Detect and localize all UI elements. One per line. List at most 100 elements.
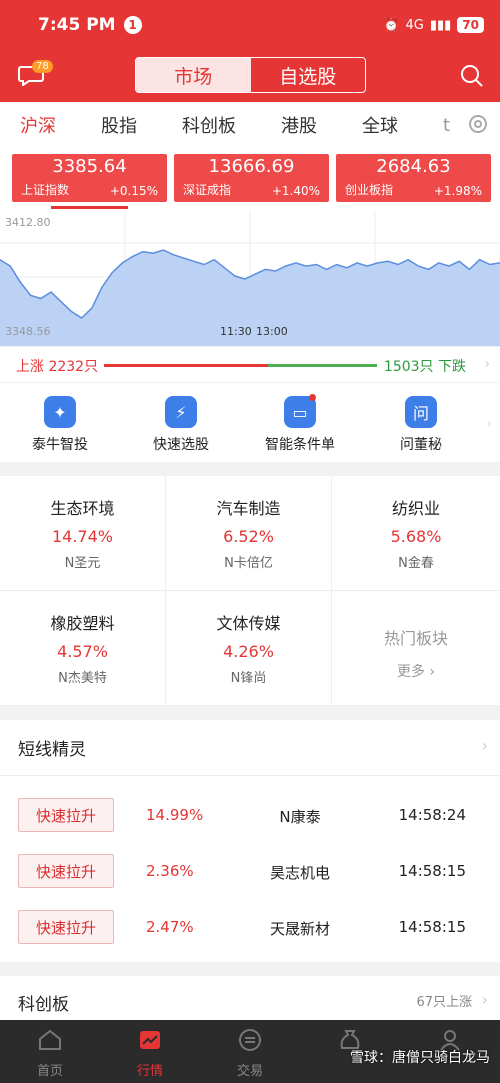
list-item[interactable]: 快速拉升 2.36% 昊志机电 14:58:15: [0, 844, 500, 900]
sector-name: 纺织业: [391, 499, 440, 518]
index-card-cyb[interactable]: 2684.63 创业板指 +1.98%: [336, 154, 491, 202]
more-link: 更多 ›: [396, 664, 436, 680]
list-item[interactable]: 快速拉升 2.47% 天晟新材 14:58:15: [0, 900, 500, 956]
sector-lead-stock: N锋尚: [230, 671, 267, 686]
intraday-chart[interactable]: 3412.80 3348.56 11:30 13:00: [0, 210, 500, 346]
question-icon: 问: [405, 396, 437, 428]
tool-tainiu[interactable]: ✦ 泰牛智投: [5, 396, 115, 454]
home-icon: [39, 1029, 61, 1050]
tab-market[interactable]: 市场: [136, 58, 251, 92]
message-badge: 78: [32, 60, 53, 73]
lightning-icon: ⚡: [165, 396, 197, 428]
sector-pct: 4.57%: [57, 642, 108, 661]
section-title: 科创板: [18, 995, 69, 1015]
event-pct: 14.99%: [146, 806, 204, 824]
short-term-spirit-header[interactable]: 短线精灵 ›: [0, 720, 500, 776]
sector-name: 橡胶塑料: [50, 614, 115, 633]
chevron-right-icon: ›: [481, 736, 488, 755]
stock-name: 天晟新材: [269, 920, 330, 938]
sector-cell[interactable]: 文体传媒 4.26% N锋尚: [166, 591, 332, 706]
tool-label: 智能条件单: [265, 437, 335, 453]
breadth-up-count: 上涨 2232只: [16, 359, 99, 375]
market-tabs: 沪深 股指 科创板 港股 全球 t: [0, 102, 500, 148]
index-cards: 3385.64 上证指数 +0.15% 13666.69 深证成指 +1.40%…: [0, 148, 500, 210]
star-market-up-count: 67只上涨: [416, 995, 472, 1010]
nav-trade[interactable]: 交易: [200, 1020, 300, 1083]
sector-cell[interactable]: 橡胶塑料 4.57% N杰美特: [0, 591, 166, 706]
tab-watchlist[interactable]: 自选股: [251, 58, 366, 92]
status-time: 7:45 PM: [38, 15, 116, 35]
list-item[interactable]: 快速拉升 14.99% N康泰 14:58:24: [0, 788, 500, 844]
index-card-sz[interactable]: 13666.69 深证成指 +1.40%: [174, 154, 329, 202]
sector-cell[interactable]: 汽车制造 6.52% N卡倍亿: [166, 476, 332, 591]
event-tag: 快速拉升: [18, 910, 114, 944]
chart-time-label: 11:30: [220, 325, 252, 338]
nav-label: 首页: [36, 1064, 63, 1079]
sector-cell[interactable]: 生态环境 14.74% N圣元: [0, 476, 166, 591]
tool-label: 问董秘: [400, 437, 442, 453]
notification-count: 1: [123, 16, 142, 34]
breadth-down-bar: [267, 364, 377, 367]
quick-tools: ✦ 泰牛智投 ⚡ 快速选股 ▭ 智能条件单 问 问董秘 ›: [0, 382, 500, 462]
tab-global[interactable]: 全球: [362, 112, 398, 138]
stock-name: N康泰: [279, 808, 321, 826]
chart-time-label: 13:00: [256, 325, 288, 338]
more-label: 更多: [396, 664, 425, 680]
new-dot: [309, 394, 316, 401]
battery-level: 70: [457, 17, 484, 33]
chart-icon: [140, 1031, 160, 1049]
event-time: 14:58:15: [398, 862, 466, 880]
hot-sectors-more[interactable]: 热门板块 更多 ›: [332, 591, 500, 706]
breadth-down-count: 1503只 下跌: [383, 359, 466, 375]
event-tag: 快速拉升: [18, 798, 114, 832]
market-breadth[interactable]: 上涨 2232只 1503只 下跌 ›: [0, 346, 500, 382]
index-card-sh[interactable]: 3385.64 上证指数 +0.15%: [12, 154, 167, 202]
index-value: 3385.64: [52, 156, 127, 177]
index-change: +1.40%: [271, 184, 320, 198]
tool-label: 快速选股: [153, 437, 209, 453]
index-selected-underline: [51, 206, 128, 209]
watermark: 雪球：唐僧只骑白龙马: [350, 1050, 490, 1066]
chart-high-label: 3412.80: [5, 216, 51, 229]
tool-ask-secretary[interactable]: 问 问董秘: [366, 396, 476, 454]
star-market-header[interactable]: 科创板 67只上涨 ›: [0, 976, 500, 1020]
tab-indices[interactable]: 股指: [101, 112, 137, 138]
top-nav: 78 市场 自选股: [0, 50, 500, 102]
sector-cell[interactable]: 纺织业 5.68% N金春: [332, 476, 500, 591]
sector-lead-stock: N圣元: [64, 556, 101, 571]
gear-icon[interactable]: [466, 112, 490, 136]
sector-name: 文体传媒: [216, 614, 281, 633]
event-time: 14:58:24: [398, 806, 466, 824]
nav-label: 行情: [136, 1064, 163, 1079]
index-value: 13666.69: [208, 156, 295, 177]
section-title: 短线精灵: [18, 740, 86, 760]
sector-pct: 5.68%: [390, 527, 442, 546]
tool-quick-pick[interactable]: ⚡ 快速选股: [126, 396, 236, 454]
sector-pct: 6.52%: [223, 527, 274, 546]
sector-name: 生态环境: [50, 499, 115, 518]
chevron-right-icon: ›: [481, 990, 488, 1009]
breadth-up-bar: [104, 364, 268, 367]
nav-market[interactable]: 行情: [100, 1020, 200, 1083]
chart-low-label: 3348.56: [5, 325, 51, 338]
search-icon[interactable]: [460, 64, 484, 88]
event-tag: 快速拉升: [18, 854, 114, 888]
tab-hk[interactable]: 港股: [281, 112, 317, 138]
nav-label: 交易: [236, 1064, 263, 1079]
network-label: 4G: [405, 17, 424, 33]
alarm-icon: ⏰: [383, 17, 400, 33]
index-name: 上证指数: [21, 183, 70, 197]
tab-more[interactable]: t: [443, 115, 450, 136]
sector-lead-stock: N杰美特: [58, 671, 107, 686]
sector-lead-stock: N卡倍亿: [224, 556, 273, 571]
status-bar: 7:45 PM 1 ⏰ 4G ▮▮▮ 70: [0, 0, 500, 50]
sector-lead-stock: N金春: [398, 556, 434, 571]
nav-home[interactable]: 首页: [0, 1020, 100, 1083]
event-pct: 2.36%: [146, 862, 194, 880]
tab-hushen[interactable]: 沪深: [20, 112, 56, 138]
sector-name: 汽车制造: [216, 499, 281, 518]
tool-smart-order[interactable]: ▭ 智能条件单: [245, 394, 355, 454]
tab-star-market[interactable]: 科创板: [182, 112, 236, 138]
sector-grid: 生态环境 14.74% N圣元 汽车制造 6.52% N卡倍亿 纺织业 5.68…: [0, 476, 500, 706]
tool-label: 泰牛智投: [32, 437, 88, 453]
